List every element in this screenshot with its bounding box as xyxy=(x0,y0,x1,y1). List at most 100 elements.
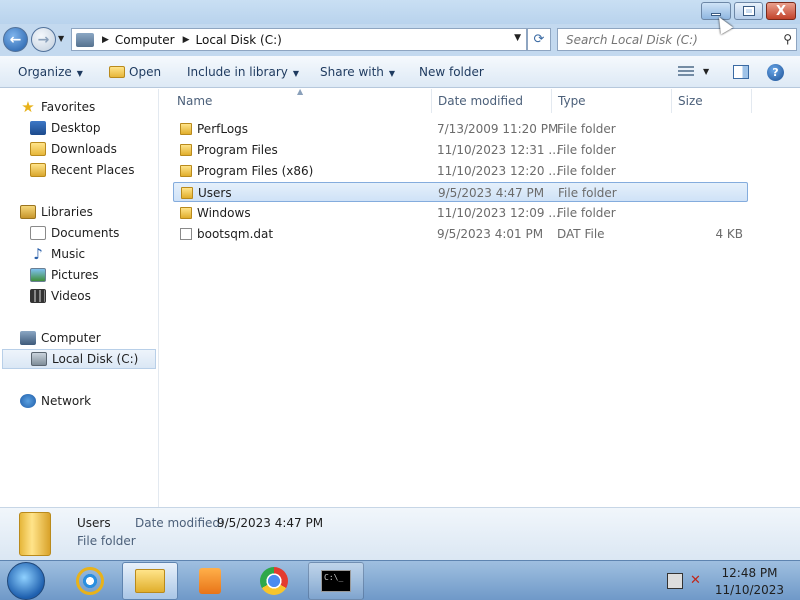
music-icon: ♪ xyxy=(33,245,43,263)
maximize-icon xyxy=(742,6,755,16)
include-in-library-label: Include in library xyxy=(187,65,288,79)
file-type: File folder xyxy=(557,164,616,178)
forward-button[interactable]: → xyxy=(31,27,56,52)
documents-icon xyxy=(30,226,46,240)
nav-pictures[interactable]: Pictures xyxy=(0,265,158,285)
open-button[interactable]: Open xyxy=(109,65,161,79)
folder-icon xyxy=(180,165,192,177)
column-header-size[interactable]: Size xyxy=(672,89,752,113)
nav-music[interactable]: ♪ Music xyxy=(0,244,158,264)
breadcrumb-separator-icon[interactable]: ▶ xyxy=(102,35,109,45)
file-date: 11/10/2023 12:20 ... xyxy=(437,164,560,178)
taskbar-internet-explorer[interactable] xyxy=(62,562,118,600)
star-icon: ★ xyxy=(21,98,35,116)
back-button[interactable]: ← xyxy=(3,27,28,52)
maximize-button[interactable] xyxy=(734,2,763,20)
folder-icon xyxy=(181,187,193,199)
command-prompt-icon: C:\_ xyxy=(321,570,351,592)
preview-pane-icon[interactable] xyxy=(733,65,749,79)
nav-libraries[interactable]: Libraries xyxy=(0,202,158,222)
nav-recent-places[interactable]: Recent Places xyxy=(0,160,158,180)
file-row-users[interactable]: Users 9/5/2023 4:47 PM File folder xyxy=(173,182,748,202)
details-pane: Users File folder Date modified: 9/5/202… xyxy=(0,507,800,560)
nav-downloads[interactable]: Downloads xyxy=(0,139,158,159)
chrome-icon xyxy=(260,567,288,595)
column-header-name[interactable]: Name xyxy=(160,89,432,113)
folder-icon xyxy=(180,207,192,219)
file-name: PerfLogs xyxy=(197,122,249,136)
network-tray-icon[interactable] xyxy=(667,573,683,589)
file-name: Users xyxy=(198,186,232,200)
file-row-program-files-x86[interactable]: Program Files (x86) 11/10/2023 12:20 ...… xyxy=(173,161,748,181)
file-row-windows[interactable]: Windows 11/10/2023 12:09 ... File folder xyxy=(173,203,748,223)
nav-label: Network xyxy=(41,394,92,408)
file-row-perflogs[interactable]: PerfLogs 7/13/2009 11:20 PM File folder xyxy=(173,119,748,139)
file-row-bootsqm-dat[interactable]: bootsqm.dat 9/5/2023 4:01 PM DAT File 4 … xyxy=(173,224,748,244)
column-header-date-modified[interactable]: Date modified xyxy=(432,89,552,113)
nav-network[interactable]: Network xyxy=(0,391,158,411)
column-label: Type xyxy=(558,94,586,108)
file-date: 9/5/2023 4:01 PM xyxy=(437,227,544,241)
file-name: Program Files (x86) xyxy=(197,164,314,178)
close-button[interactable]: X xyxy=(766,2,796,20)
views-icon[interactable] xyxy=(678,66,694,78)
file-date: 11/10/2023 12:09 ... xyxy=(437,206,560,220)
media-player-icon xyxy=(199,568,221,594)
taskbar-windows-explorer[interactable] xyxy=(122,562,178,600)
chevron-down-icon[interactable]: ▼ xyxy=(703,67,709,76)
organize-button[interactable]: Organize ▼ xyxy=(18,65,83,79)
include-in-library-button[interactable]: Include in library ▼ xyxy=(187,65,299,79)
volume-muted-icon[interactable]: ✕ xyxy=(690,573,706,589)
file-row-program-files[interactable]: Program Files 11/10/2023 12:31 ... File … xyxy=(173,140,748,160)
file-size: 4 KB xyxy=(715,227,743,241)
share-with-label: Share with xyxy=(320,65,384,79)
nav-label: Favorites xyxy=(41,100,96,114)
nav-documents[interactable]: Documents xyxy=(0,223,158,243)
start-button[interactable] xyxy=(7,562,45,600)
nav-label: Computer xyxy=(41,331,101,345)
clock-date[interactable]: 11/10/2023 xyxy=(712,583,787,597)
videos-icon xyxy=(30,289,46,303)
folder-icon xyxy=(19,512,51,556)
address-bar[interactable]: ▶ Computer ▶ Local Disk (C:) ▼ xyxy=(71,28,527,51)
breadcrumb-separator-icon[interactable]: ▶ xyxy=(183,35,190,45)
nav-favorites[interactable]: ★ Favorites xyxy=(0,97,158,117)
clock-time[interactable]: 12:48 PM xyxy=(712,566,787,580)
breadcrumb-computer[interactable]: Computer xyxy=(115,33,175,47)
nav-videos[interactable]: Videos xyxy=(0,286,158,306)
desktop-icon xyxy=(30,121,46,135)
file-icon xyxy=(180,228,192,240)
folder-open-icon xyxy=(109,66,125,78)
chevron-down-icon: ▼ xyxy=(76,69,83,78)
file-name: Windows xyxy=(197,206,251,220)
taskbar-chrome[interactable] xyxy=(246,562,302,600)
search-icon[interactable]: ⚲ xyxy=(783,32,792,46)
recent-pages-dropdown[interactable]: ▼ xyxy=(58,34,64,43)
computer-icon xyxy=(20,331,36,345)
nav-desktop[interactable]: Desktop xyxy=(0,118,158,138)
nav-computer[interactable]: Computer xyxy=(0,328,158,348)
column-header-type[interactable]: Type xyxy=(552,89,672,113)
breadcrumb-local-disk[interactable]: Local Disk (C:) xyxy=(196,33,282,47)
file-date: 9/5/2023 4:47 PM xyxy=(438,186,545,200)
minimize-icon xyxy=(711,12,721,16)
new-folder-button[interactable]: New folder xyxy=(419,65,484,79)
share-with-button[interactable]: Share with ▼ xyxy=(320,65,395,79)
arrow-right-icon: → xyxy=(37,31,50,48)
drive-icon xyxy=(31,352,47,366)
search-input[interactable] xyxy=(558,29,773,50)
taskbar-command-prompt[interactable]: C:\_ xyxy=(308,562,364,600)
taskbar-media-player[interactable] xyxy=(182,562,238,600)
navigation-pane: ★ Favorites Desktop Downloads Recent Plac… xyxy=(0,89,159,507)
nav-label: Downloads xyxy=(51,142,117,156)
nav-label: Desktop xyxy=(51,121,101,135)
recent-places-icon xyxy=(30,163,46,177)
nav-local-disk[interactable]: Local Disk (C:) xyxy=(2,349,156,369)
refresh-button[interactable]: ⟳ xyxy=(527,28,551,51)
search-box[interactable]: ⚲ xyxy=(557,28,797,51)
help-icon[interactable]: ? xyxy=(767,64,784,81)
computer-icon xyxy=(76,32,94,47)
file-date: 7/13/2009 11:20 PM xyxy=(437,122,559,136)
nav-label: Libraries xyxy=(41,205,93,219)
chevron-down-icon[interactable]: ▼ xyxy=(514,33,521,43)
